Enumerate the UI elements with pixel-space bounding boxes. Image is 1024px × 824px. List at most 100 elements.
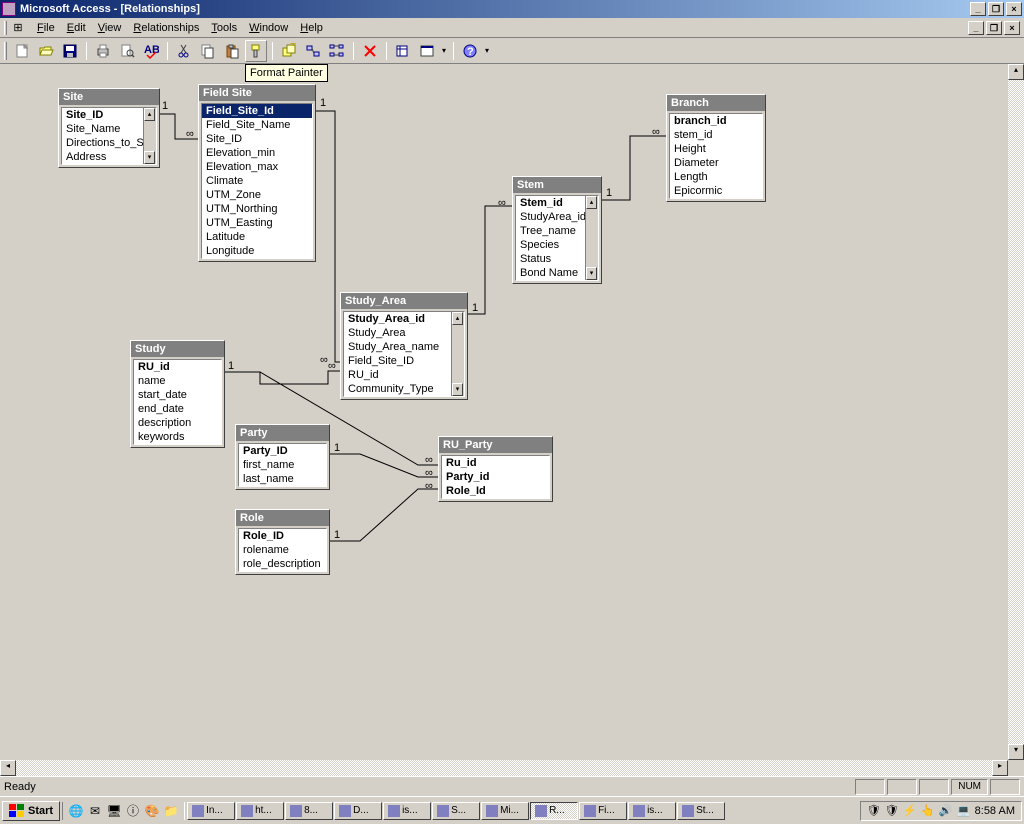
mdi-minimize-button[interactable]: _ [968,21,984,35]
field-item[interactable]: UTM_Easting [202,216,312,230]
field-item[interactable]: keywords [134,430,221,444]
field-item[interactable]: Epicormic [670,184,762,198]
task-button[interactable]: In... [187,802,235,820]
field-item[interactable]: role_description [239,557,326,571]
menu-relationships[interactable]: Relationships [127,20,205,36]
task-button[interactable]: D... [334,802,382,820]
dropdown-icon[interactable]: ▾ [483,46,491,55]
cut-icon[interactable] [173,40,195,62]
table-role[interactable]: Role Role_ID rolename role_description [235,509,330,575]
field-item[interactable]: UTM_Northing [202,202,312,216]
horizontal-scrollbar[interactable]: ◂▸ [0,760,1008,776]
tray-icon[interactable]: 🔊 [939,804,953,818]
table-study[interactable]: Study RU_id name start_date end_date des… [130,340,225,448]
table-party[interactable]: Party Party_ID first_name last_name [235,424,330,490]
menu-view[interactable]: View [92,20,128,36]
field-item[interactable]: Site_ID [62,108,143,122]
spelling-icon[interactable]: ABC [140,40,162,62]
field-item[interactable]: Field_Site_ID [344,354,451,368]
table-title[interactable]: Stem [513,177,601,193]
minimize-button[interactable]: _ [970,2,986,16]
show-table-icon[interactable]: + [278,40,300,62]
toolbar-grip[interactable] [4,42,7,60]
field-item[interactable]: Site_ID [202,132,312,146]
dropdown-icon[interactable]: ▾ [440,46,448,55]
field-item[interactable]: last_name [239,472,326,486]
table-title[interactable]: Site [59,89,159,105]
field-item[interactable]: Role_Id [442,484,549,498]
table-title[interactable]: Field Site [199,85,315,101]
field-item[interactable]: Elevation_min [202,146,312,160]
task-button[interactable]: is... [628,802,676,820]
start-button[interactable]: Start [2,801,60,821]
field-item[interactable]: Height [670,142,762,156]
restore-button[interactable]: ❐ [988,2,1004,16]
field-item[interactable]: description [134,416,221,430]
ql-icon[interactable]: 🎨 [143,802,161,820]
table-title[interactable]: RU_Party [439,437,552,453]
table-title[interactable]: Study_Area [341,293,467,309]
table-site[interactable]: Site Site_ID Site_Name Directions_to_Si … [58,88,160,168]
task-button[interactable]: S... [432,802,480,820]
field-item[interactable]: end_date [134,402,221,416]
open-icon[interactable] [35,40,57,62]
scrollbar[interactable]: ▴▾ [585,196,598,280]
table-title[interactable]: Study [131,341,224,357]
ql-icon[interactable]: 📁 [162,802,180,820]
menu-help[interactable]: Help [294,20,329,36]
paste-icon[interactable] [221,40,243,62]
print-preview-icon[interactable] [116,40,138,62]
field-item[interactable]: Tree_name [516,224,585,238]
clear-layout-icon[interactable] [359,40,381,62]
ql-icon[interactable]: 🌐 [67,802,85,820]
menu-file[interactable]: File [31,20,61,36]
table-title[interactable]: Branch [667,95,765,111]
tray-icon[interactable]: 🛡 [867,804,881,818]
field-item[interactable]: Site_Name [62,122,143,136]
tray-icon[interactable]: 💻 [957,804,971,818]
table-title[interactable]: Role [236,510,329,526]
field-item[interactable]: Role_ID [239,529,326,543]
scrollbar[interactable]: ▴▾ [143,108,156,164]
field-item[interactable]: branch_id [670,114,762,128]
field-item[interactable]: Bond Name [516,266,585,280]
field-item[interactable]: Status [516,252,585,266]
menu-edit[interactable]: Edit [61,20,92,36]
copy-icon[interactable] [197,40,219,62]
table-field-site[interactable]: Field Site Field_Site_Id Field_Site_Name… [198,84,316,262]
ql-icon[interactable]: ⓘ [124,802,142,820]
database-window-icon[interactable] [416,40,438,62]
help-icon[interactable]: ? [459,40,481,62]
task-button[interactable]: 8... [285,802,333,820]
task-button[interactable]: St... [677,802,725,820]
field-item[interactable]: rolename [239,543,326,557]
show-direct-icon[interactable] [302,40,324,62]
table-study-area[interactable]: Study_Area Study_Area_id Study_Area Stud… [340,292,468,400]
show-all-icon[interactable] [326,40,348,62]
field-item[interactable]: Party_ID [239,444,326,458]
task-button[interactable]: Mi... [481,802,529,820]
ql-icon[interactable]: 🖥 [105,802,123,820]
mdi-restore-button[interactable]: ❐ [986,21,1002,35]
field-item[interactable]: Longitude [202,244,312,258]
field-item[interactable]: UTM_Zone [202,188,312,202]
relationships-canvas[interactable]: 1 ∞ 1 ∞ 1 ∞ 1 ∞ 1 ∞ ∞ 1 ∞ 1 ∞ Site Site_… [0,64,1024,760]
field-item[interactable]: Latitude [202,230,312,244]
field-item[interactable]: RU_id [344,368,451,382]
field-item[interactable]: Elevation_max [202,160,312,174]
new-object-icon[interactable] [392,40,414,62]
save-icon[interactable] [59,40,81,62]
mdi-close-button[interactable]: × [1004,21,1020,35]
field-item[interactable]: Directions_to_Si [62,136,143,150]
field-item[interactable]: Study_Area_name [344,340,451,354]
field-item[interactable]: Species [516,238,585,252]
scrollbar[interactable]: ▴▾ [451,312,464,396]
menu-grip[interactable] [4,21,7,35]
field-item[interactable]: Party_id [442,470,549,484]
field-item[interactable]: Stem_id [516,196,585,210]
menu-tools[interactable]: Tools [205,20,243,36]
format-painter-icon[interactable] [245,40,267,62]
field-item[interactable]: StudyArea_id [516,210,585,224]
field-item[interactable]: Climate [202,174,312,188]
ql-icon[interactable]: ✉ [86,802,104,820]
